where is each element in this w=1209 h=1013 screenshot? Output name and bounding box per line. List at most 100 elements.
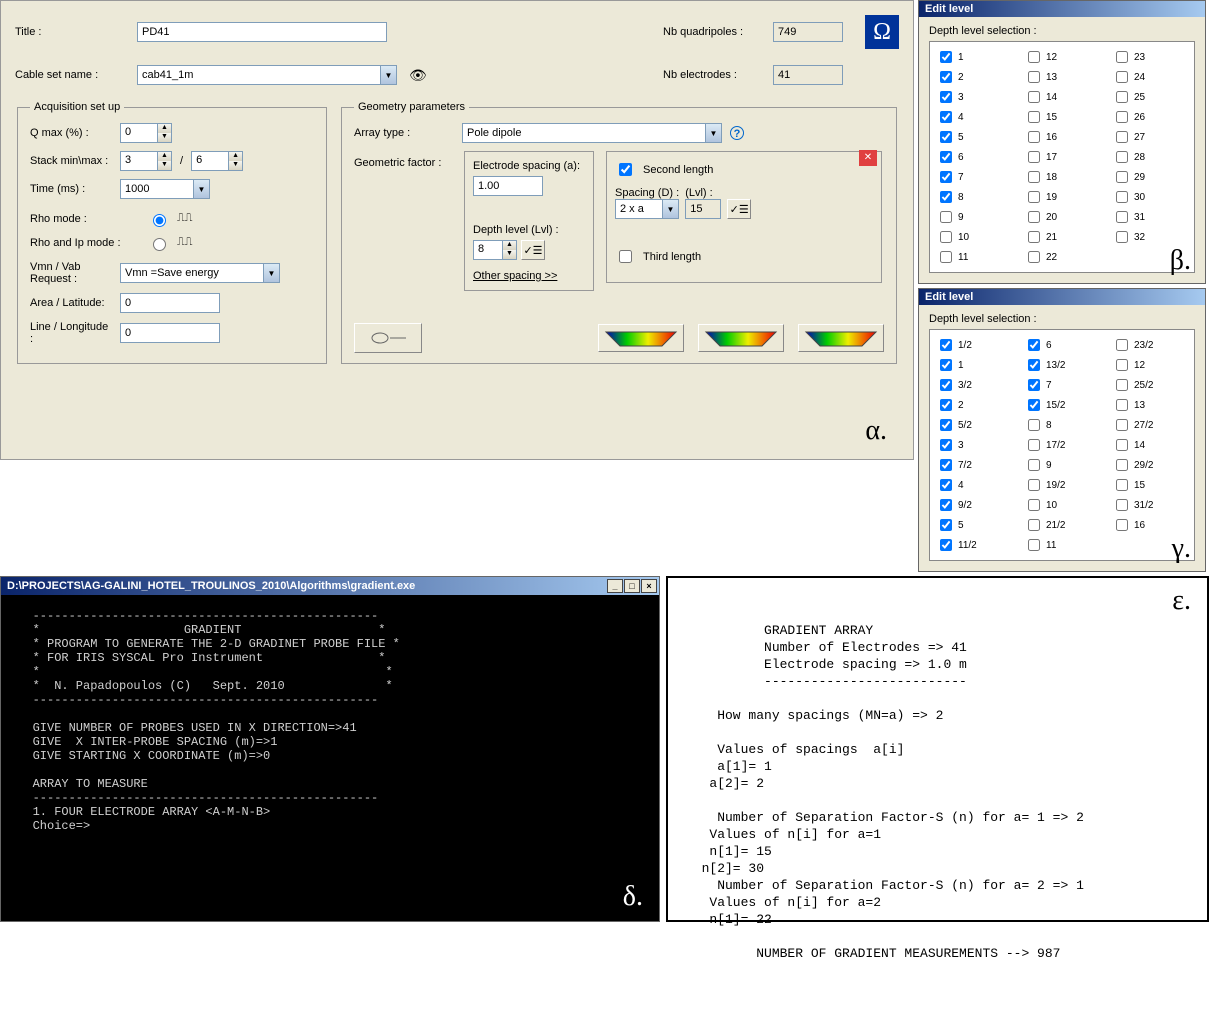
electrode-spacing-input[interactable] <box>473 176 543 196</box>
pseudosection-button-1[interactable] <box>598 324 684 352</box>
level-checkbox[interactable]: 2 <box>936 68 1012 86</box>
other-spacing-link[interactable]: Other spacing >> <box>473 270 585 282</box>
third-length-checkbox[interactable] <box>619 250 632 263</box>
second-length-checkbox[interactable] <box>619 163 632 176</box>
lvl-edit-button[interactable]: ✓☰ <box>727 199 751 219</box>
level-checkbox[interactable]: 23 <box>1112 48 1188 66</box>
level-checkbox[interactable]: 14 <box>1112 436 1188 454</box>
level-checkbox[interactable]: 21/2 <box>1024 516 1100 534</box>
level-checkbox[interactable]: 8 <box>1024 416 1100 434</box>
time-dropdown[interactable]: 1000 ▼ <box>120 179 210 199</box>
close-icon[interactable]: ✕ <box>859 150 877 166</box>
spacing-d-dropdown[interactable]: 2 x a ▼ <box>615 199 679 219</box>
area-input[interactable] <box>120 293 220 313</box>
level-checkbox[interactable]: 3 <box>936 436 1012 454</box>
level-checkbox[interactable]: 6 <box>936 148 1012 166</box>
stack-max-spinner[interactable]: 6 ▲▼ <box>191 151 243 171</box>
level-checkbox[interactable]: 15/2 <box>1024 396 1100 414</box>
level-checkbox[interactable]: 1/2 <box>936 336 1012 354</box>
level-checkbox[interactable]: 23/2 <box>1112 336 1188 354</box>
level-checkbox[interactable]: 5 <box>936 516 1012 534</box>
level-checkbox[interactable]: 1 <box>936 48 1012 66</box>
level-checkbox[interactable]: 17 <box>1024 148 1100 166</box>
level-checkbox[interactable]: 11/2 <box>936 536 1012 554</box>
ohm-icon[interactable]: Ω <box>865 15 899 49</box>
level-checkbox[interactable]: 1 <box>936 356 1012 374</box>
level-checkbox[interactable]: 10 <box>1024 496 1100 514</box>
level-checkbox[interactable]: 28 <box>1112 148 1188 166</box>
chevron-down-icon[interactable]: ▼ <box>380 66 396 84</box>
level-checkbox[interactable]: 7/2 <box>936 456 1012 474</box>
level-checkbox[interactable]: 8 <box>936 188 1012 206</box>
level-checkbox[interactable]: 2 <box>936 396 1012 414</box>
minimize-icon[interactable]: _ <box>607 579 623 593</box>
level-checkbox[interactable]: 13 <box>1112 396 1188 414</box>
maximize-icon[interactable]: □ <box>624 579 640 593</box>
level-checkbox[interactable]: 19 <box>1024 188 1100 206</box>
level-checkbox[interactable]: 15 <box>1112 476 1188 494</box>
level-checkbox[interactable]: 31/2 <box>1112 496 1188 514</box>
level-checkbox[interactable]: 14 <box>1024 88 1100 106</box>
console-output[interactable]: ----------------------------------------… <box>1 595 659 921</box>
depth-level-spinner[interactable]: 8 ▲▼ <box>473 240 517 260</box>
array-type-dropdown[interactable]: Pole dipole ▼ <box>462 123 722 143</box>
level-checkbox[interactable]: 32 <box>1112 228 1188 246</box>
level-checkbox[interactable]: 9 <box>936 208 1012 226</box>
level-checkbox[interactable]: 26 <box>1112 108 1188 126</box>
level-checkbox[interactable]: 17/2 <box>1024 436 1100 454</box>
level-checkbox[interactable]: 4 <box>936 476 1012 494</box>
level-checkbox[interactable]: 9 <box>1024 456 1100 474</box>
level-checkbox[interactable]: 5 <box>936 128 1012 146</box>
level-checkbox[interactable]: 25/2 <box>1112 376 1188 394</box>
vmn-dropdown[interactable]: Vmn =Save energy ▼ <box>120 263 280 283</box>
level-checkbox[interactable]: 9/2 <box>936 496 1012 514</box>
rho-ip-mode-radio[interactable] <box>153 238 166 251</box>
level-checkbox[interactable]: 7 <box>1024 376 1100 394</box>
stack-min-spinner[interactable]: 3 ▲▼ <box>120 151 172 171</box>
level-checkbox[interactable]: 27 <box>1112 128 1188 146</box>
level-checkbox[interactable]: 20 <box>1024 208 1100 226</box>
level-checkbox[interactable]: 18 <box>1024 168 1100 186</box>
level-checkbox[interactable]: 11 <box>1024 536 1100 554</box>
level-checkbox[interactable]: 29/2 <box>1112 456 1188 474</box>
level-checkbox[interactable]: 30 <box>1112 188 1188 206</box>
level-checkbox[interactable]: 7 <box>936 168 1012 186</box>
line-input[interactable] <box>120 323 220 343</box>
rho-mode-radio[interactable] <box>153 214 166 227</box>
level-checkbox[interactable]: 12 <box>1024 48 1100 66</box>
level-checkbox[interactable]: 5/2 <box>936 416 1012 434</box>
level-checkbox[interactable]: 19/2 <box>1024 476 1100 494</box>
eye-icon[interactable]: 👁 <box>409 67 427 84</box>
close-icon[interactable]: × <box>641 579 657 593</box>
level-checkbox[interactable]: 12 <box>1112 356 1188 374</box>
level-checkbox[interactable]: 31 <box>1112 208 1188 226</box>
level-checkbox[interactable]: 15 <box>1024 108 1100 126</box>
cloud-button[interactable] <box>354 323 422 353</box>
level-checkbox[interactable]: 16 <box>1112 516 1188 534</box>
level-checkbox[interactable]: 10 <box>936 228 1012 246</box>
level-checkbox[interactable]: 16 <box>1024 128 1100 146</box>
stack-label: Stack min\max : <box>30 155 112 167</box>
qmax-spinner[interactable]: 0 ▲▼ <box>120 123 172 143</box>
level-checkbox[interactable]: 11 <box>936 248 1012 266</box>
level-checkbox[interactable]: 3 <box>936 88 1012 106</box>
level-checkbox[interactable]: 29 <box>1112 168 1188 186</box>
help-icon[interactable]: ? <box>730 126 744 140</box>
level-checkbox[interactable]: 21 <box>1024 228 1100 246</box>
level-checkbox[interactable]: 6 <box>1024 336 1100 354</box>
level-checkbox[interactable]: 25 <box>1112 88 1188 106</box>
level-checkbox[interactable]: 13/2 <box>1024 356 1100 374</box>
pseudosection-button-3[interactable] <box>798 324 884 352</box>
cable-set-dropdown[interactable]: cab41_1m ▼ <box>137 65 397 85</box>
pseudosection-button-2[interactable] <box>698 324 784 352</box>
level-checkbox[interactable]: 3/2 <box>936 376 1012 394</box>
level-checkbox[interactable]: 4 <box>936 108 1012 126</box>
depth-edit-button[interactable]: ✓☰ <box>521 240 545 260</box>
title-input[interactable] <box>137 22 387 42</box>
level-checkbox[interactable]: 22 <box>1024 248 1100 266</box>
level-checkbox[interactable]: 27/2 <box>1112 416 1188 434</box>
vmn-label: Vmn / Vab Request : <box>30 261 112 285</box>
level-checkbox[interactable]: 13 <box>1024 68 1100 86</box>
acquisition-fieldset: Acquisition set up Q max (%) : 0 ▲▼ Stac… <box>17 101 327 364</box>
level-checkbox[interactable]: 24 <box>1112 68 1188 86</box>
